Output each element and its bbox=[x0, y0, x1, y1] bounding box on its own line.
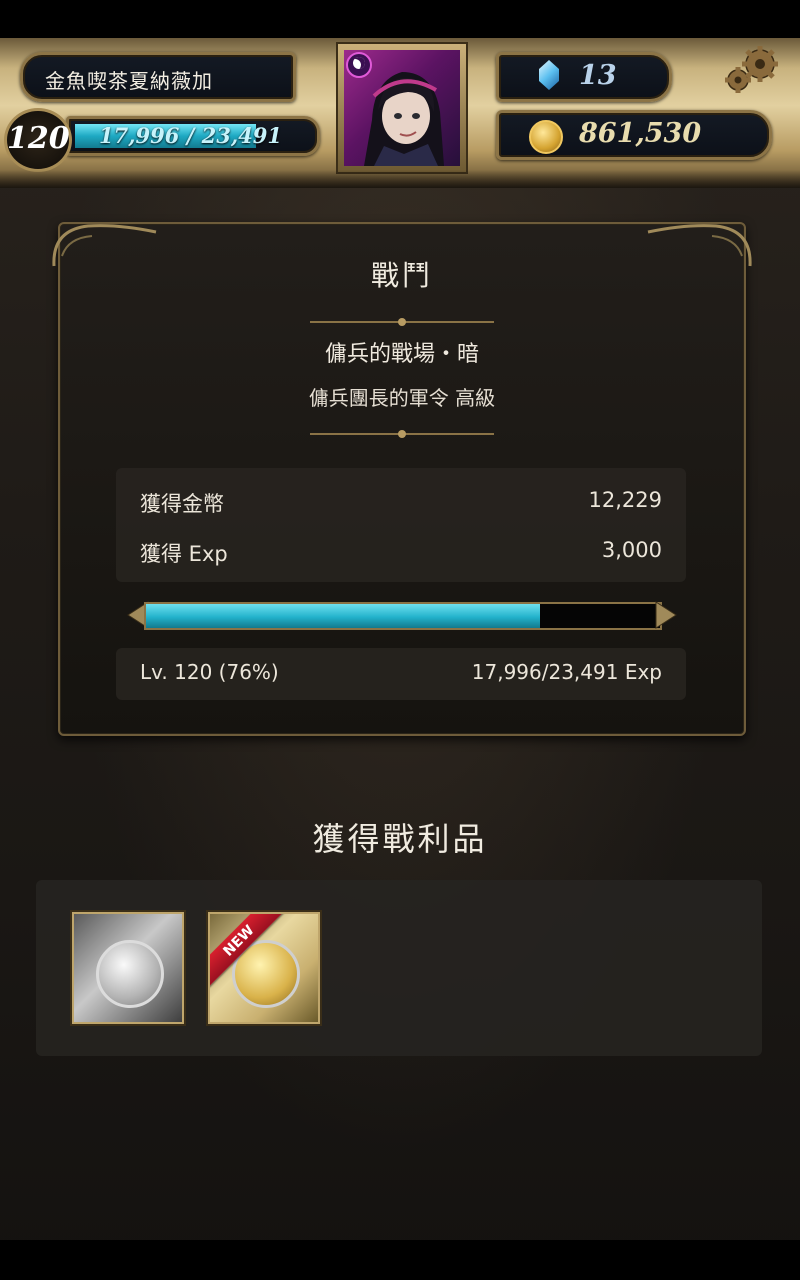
avatar-portrait bbox=[344, 50, 460, 166]
gem-icon bbox=[539, 60, 559, 90]
dark-element-icon bbox=[346, 52, 372, 78]
player-level: 120 bbox=[7, 121, 70, 156]
stage-name: 傭兵的戰場・暗 bbox=[324, 342, 479, 367]
player-name: 金魚喫茶夏納薇加 bbox=[45, 69, 213, 93]
settings-gear-icon[interactable] bbox=[720, 42, 784, 100]
loot-item-gold[interactable]: NEW bbox=[208, 912, 320, 1024]
coin-amount: 861,530 bbox=[579, 118, 702, 149]
loot-list: NEW bbox=[36, 880, 762, 1056]
stage-difficulty: 傭兵團長的軍令 高級 bbox=[308, 386, 496, 410]
loot-item-silver[interactable] bbox=[72, 912, 184, 1024]
level-progress-bar bbox=[124, 596, 680, 634]
divider-top-icon bbox=[310, 318, 494, 326]
level-progress-fill bbox=[146, 604, 540, 628]
level-info: Lv. 120 (76%) 17,996/23,491 Exp bbox=[116, 648, 686, 700]
level-percent-text: Lv. 120 (76%) bbox=[140, 660, 279, 684]
coins-gained-label: 獲得金幣 bbox=[140, 492, 224, 516]
status-bar bbox=[0, 0, 800, 38]
exp-detail-text: 17,996/23,491 Exp bbox=[471, 660, 662, 684]
loot-title: 獲得戰利品 bbox=[312, 820, 488, 858]
player-exp-plate: 17,996 / 23,491 bbox=[66, 116, 320, 156]
exp-gained-label: 獲得 Exp bbox=[140, 542, 228, 566]
level-progress-track bbox=[144, 602, 662, 630]
silver-medal-card-icon bbox=[96, 940, 164, 1008]
navigation-bar bbox=[0, 1240, 800, 1280]
exp-gained-value: 3,000 bbox=[601, 538, 662, 562]
player-exp-text: 17,996 / 23,491 bbox=[99, 123, 283, 148]
reward-summary: 獲得金幣 12,229 獲得 Exp 3,000 bbox=[116, 468, 686, 582]
coin-icon bbox=[529, 120, 563, 154]
player-name-plate[interactable]: 金魚喫茶夏納薇加 bbox=[20, 52, 296, 102]
bar-cap-right-icon bbox=[655, 601, 677, 629]
gem-counter[interactable]: 13 bbox=[496, 52, 672, 102]
player-level-badge: 120 bbox=[4, 108, 72, 172]
battle-result-screen: 金魚喫茶夏納薇加 17,996 / 23,491 120 13 861,530 … bbox=[0, 0, 800, 1280]
player-header: 金魚喫茶夏納薇加 17,996 / 23,491 120 13 861,530 bbox=[0, 38, 800, 188]
coin-counter[interactable]: 861,530 bbox=[496, 110, 772, 160]
coins-gained-value: 12,229 bbox=[588, 488, 662, 512]
divider-bottom-icon bbox=[310, 430, 494, 438]
battle-panel: 戰鬥 傭兵的戰場・暗 傭兵團長的軍令 高級 獲得金幣 12,229 獲得 Exp… bbox=[52, 222, 752, 736]
gem-amount: 13 bbox=[579, 60, 617, 91]
battle-title: 戰鬥 bbox=[370, 259, 433, 292]
avatar[interactable] bbox=[336, 42, 468, 174]
